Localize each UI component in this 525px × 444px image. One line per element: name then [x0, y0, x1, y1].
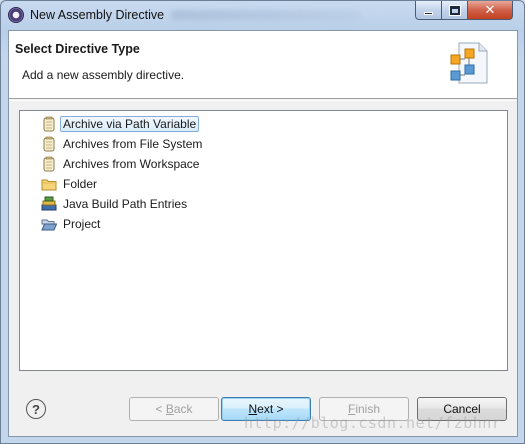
- tree-item-archive-via-path-variable[interactable]: Archive via Path Variable: [41, 115, 200, 133]
- tree-item-project[interactable]: Project: [41, 215, 103, 233]
- open-folder-icon: [41, 219, 57, 231]
- tree-item-label: Archive via Path Variable: [60, 116, 200, 132]
- tree-item-label: Archives from Workspace: [63, 157, 200, 171]
- tree-item-label: Project: [63, 217, 101, 231]
- back-prefix: <: [155, 402, 166, 416]
- close-icon: ✕: [484, 2, 496, 17]
- jar-archive-icon: [43, 116, 55, 132]
- back-mnemonic: B: [165, 402, 174, 416]
- tree-item-folder[interactable]: Folder: [41, 175, 100, 193]
- maximize-icon: [448, 4, 461, 16]
- tree-item-label: Java Build Path Entries: [63, 197, 188, 211]
- tree-item-label: Folder: [63, 177, 98, 191]
- minimize-button[interactable]: [415, 1, 442, 20]
- page-title: Select Directive Type: [15, 42, 140, 56]
- help-icon[interactable]: ?: [26, 399, 46, 419]
- watermark-text: http://blog.csdn.net/fzbhnr: [244, 414, 502, 432]
- tree-item-label: Archives from File System: [63, 137, 203, 151]
- wizard-banner: Select Directive Type Add a new assembly…: [9, 31, 517, 99]
- tree-item-java-build-path-entries[interactable]: Java Build Path Entries: [41, 195, 190, 213]
- blurred-title-text: [171, 10, 361, 20]
- library-icon: [41, 196, 57, 211]
- window-title: New Assembly Directive: [30, 8, 165, 22]
- directive-type-tree[interactable]: Archive via Path Variable Archives from …: [19, 110, 508, 371]
- tree-item-archives-from-file-system[interactable]: Archives from File System: [41, 135, 205, 153]
- wizard-banner-icon: [450, 42, 488, 84]
- minimize-icon: [424, 11, 433, 15]
- jar-archive-icon: [43, 136, 55, 152]
- banner-separator: [9, 100, 517, 101]
- folder-icon: [41, 179, 57, 191]
- eclipse-app-icon: [8, 7, 24, 23]
- dialog-client-area: Select Directive Type Add a new assembly…: [8, 30, 518, 437]
- back-button[interactable]: < Back: [129, 397, 219, 421]
- close-button[interactable]: ✕: [467, 1, 513, 20]
- tree-item-archives-from-workspace[interactable]: Archives from Workspace: [41, 155, 202, 173]
- dialog-window: New Assembly Directive ✕ Select Directiv…: [0, 0, 525, 444]
- back-label-rest: ack: [173, 402, 193, 416]
- maximize-button[interactable]: [441, 1, 468, 20]
- jar-archive-icon: [43, 156, 55, 172]
- page-description: Add a new assembly directive.: [22, 68, 185, 82]
- title-bar[interactable]: New Assembly Directive ✕: [1, 1, 524, 29]
